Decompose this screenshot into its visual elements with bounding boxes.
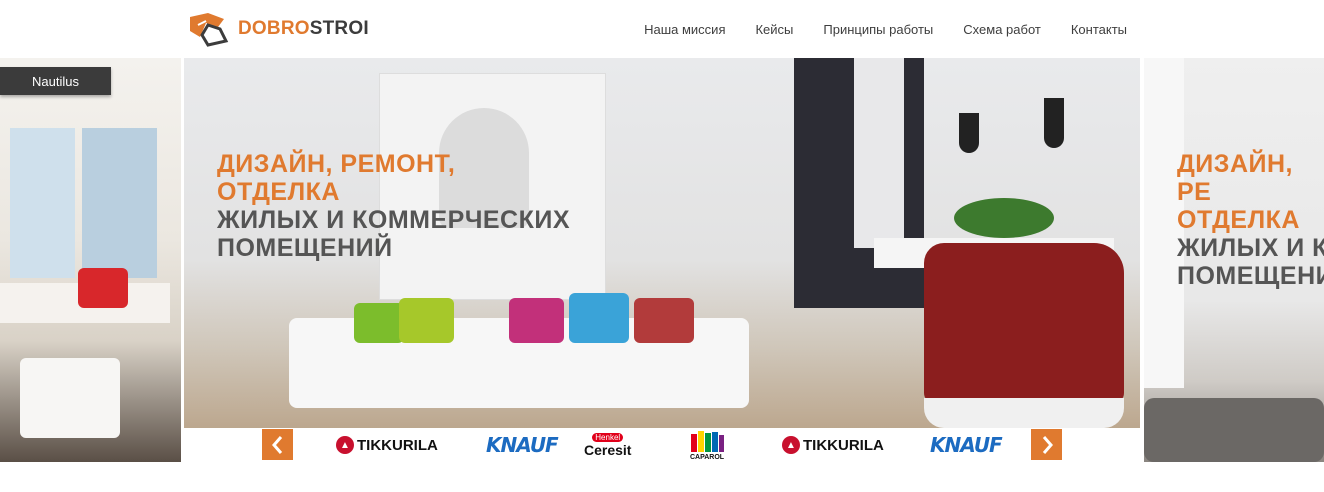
knauf-logo-2[interactable]: KNAUF bbox=[930, 428, 1003, 462]
bed-image bbox=[1144, 398, 1324, 462]
nav-contacts[interactable]: Контакты bbox=[1071, 22, 1127, 37]
chevron-right-icon bbox=[1042, 435, 1053, 454]
nav-workflow[interactable]: Схема работ bbox=[963, 22, 1041, 37]
tikkurila-logo-2[interactable]: ▲ TIKKURILA bbox=[782, 428, 884, 462]
tikkurila-logo[interactable]: ▲ TIKKURILA bbox=[336, 428, 438, 462]
fridge-image bbox=[854, 58, 904, 248]
nav-mission[interactable]: Наша миссия bbox=[644, 22, 725, 37]
tikkurila-icon: ▲ bbox=[336, 436, 354, 454]
pillow-lime bbox=[399, 298, 454, 343]
logo-text: DOBROSTROI bbox=[238, 18, 369, 39]
pillow-striped bbox=[509, 298, 564, 343]
caparol-logo[interactable]: CAPAROL bbox=[689, 428, 725, 462]
main-nav: Наша миссия Кейсы Принципы работы Схема … bbox=[644, 0, 1127, 58]
logo-icon bbox=[190, 13, 229, 47]
tikkurila-icon: ▲ bbox=[782, 436, 800, 454]
slide-previous[interactable] bbox=[0, 58, 181, 462]
hero-slider: Nautilus ДИЗАЙН, РЕМОНТ, ОТДЕЛКА ЖИЛЫХ И… bbox=[0, 58, 1324, 462]
window-image bbox=[10, 128, 75, 278]
caparol-icon bbox=[691, 430, 724, 452]
chevron-left-icon bbox=[271, 435, 282, 454]
nav-principles[interactable]: Принципы работы bbox=[823, 22, 933, 37]
knauf-logo[interactable]: KNAUF bbox=[486, 428, 559, 462]
prev-arrow-button[interactable] bbox=[262, 429, 293, 460]
ceresit-logo[interactable]: Henkel Ceresit bbox=[584, 428, 631, 462]
ribbon-label: Nautilus bbox=[0, 67, 111, 95]
next-slide-headline: ДИЗАЙН, РЕ ОТДЕЛКА ЖИЛЫХ И К ПОМЕЩЕНИ bbox=[1177, 150, 1324, 290]
next-arrow-button[interactable] bbox=[1031, 429, 1062, 460]
slide-next[interactable]: ДИЗАЙН, РЕ ОТДЕЛКА ЖИЛЫХ И К ПОМЕЩЕНИ bbox=[1144, 58, 1324, 462]
site-header: DOBROSTROI Наша миссия Кейсы Принципы ра… bbox=[0, 0, 1324, 58]
pillow-green bbox=[354, 303, 404, 343]
nav-cases[interactable]: Кейсы bbox=[755, 22, 793, 37]
pendant-lamp bbox=[1044, 98, 1064, 148]
plant-image bbox=[954, 198, 1054, 238]
chair-image bbox=[20, 358, 120, 438]
logo[interactable]: DOBROSTROI bbox=[186, 9, 369, 49]
hero-headline: ДИЗАЙН, РЕМОНТ, ОТДЕЛКА ЖИЛЫХ И КОММЕРЧЕ… bbox=[217, 150, 571, 262]
pillow-image bbox=[78, 268, 128, 308]
brand-logos-strip: ▲ TIKKURILA KNAUF Henkel Ceresit CAPAROL… bbox=[184, 428, 1140, 462]
red-armchair bbox=[924, 243, 1124, 403]
pillow-red bbox=[634, 298, 694, 343]
pillow-blue bbox=[569, 293, 629, 343]
window-image bbox=[82, 128, 157, 278]
slide-current[interactable]: ДИЗАЙН, РЕМОНТ, ОТДЕЛКА ЖИЛЫХ И КОММЕРЧЕ… bbox=[184, 58, 1140, 462]
armchair-base bbox=[924, 398, 1124, 428]
pendant-lamp bbox=[959, 113, 979, 153]
